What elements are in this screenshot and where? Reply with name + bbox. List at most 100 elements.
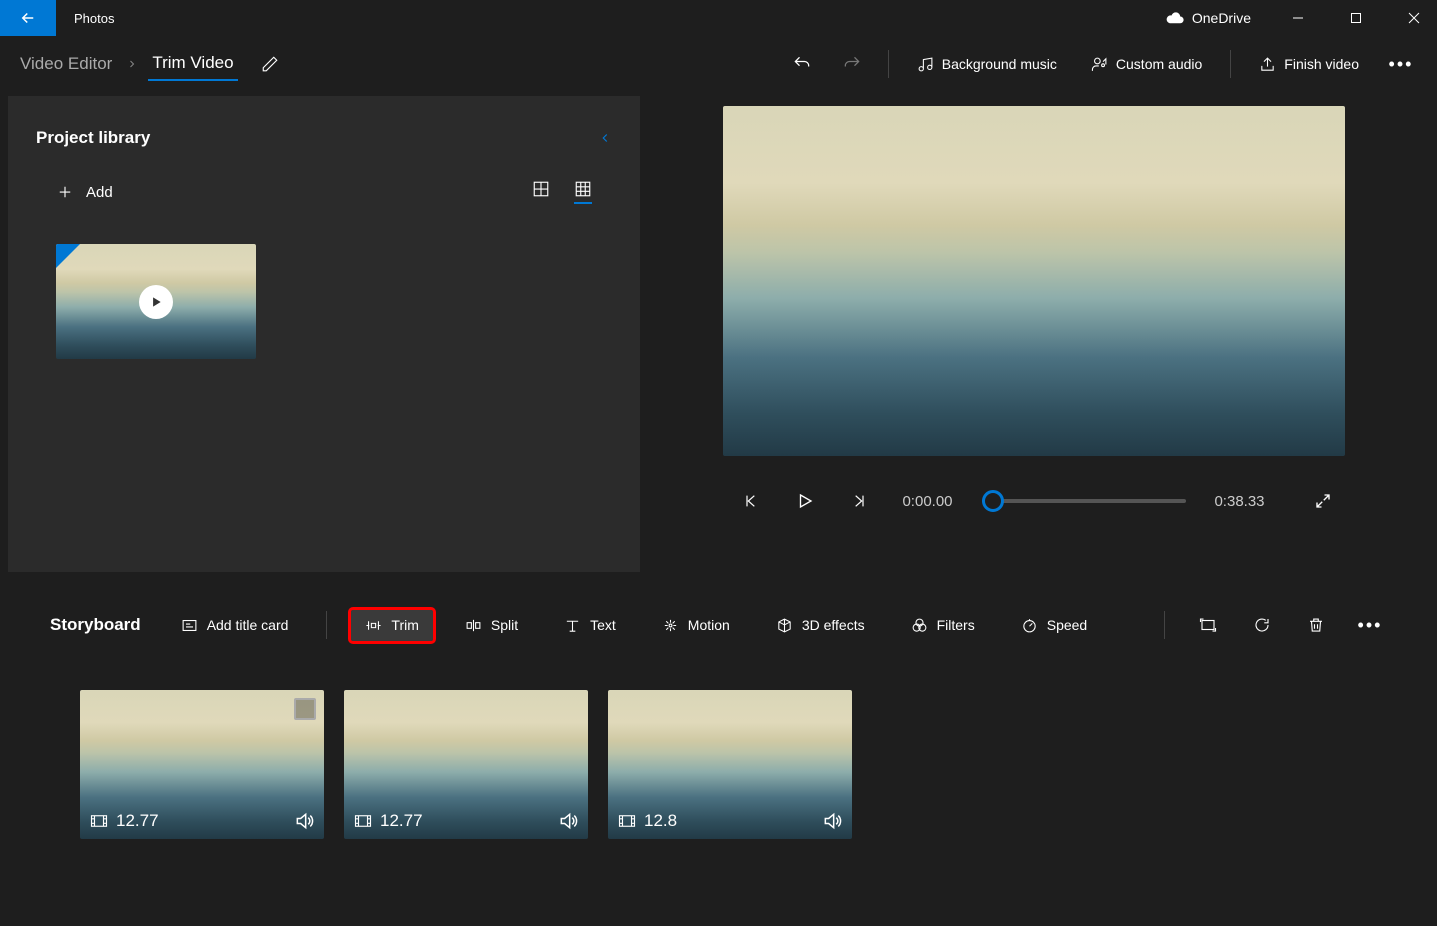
split-icon [465,617,482,634]
clip-duration: 12.77 [380,811,423,831]
speaker-icon [558,811,578,831]
play-icon [149,295,163,309]
step-back-icon [743,493,759,509]
play-icon [796,492,814,510]
card-icon [181,617,198,634]
speed-label: Speed [1047,617,1087,633]
close-button[interactable] [1391,0,1437,36]
add-title-card-label: Add title card [207,617,289,633]
trim-icon [365,617,382,634]
current-time: 0:00.00 [898,493,958,510]
maximize-icon [1350,12,1362,24]
rotate-button[interactable] [1245,608,1279,642]
speaker-icon [822,811,842,831]
undo-icon [792,54,812,74]
redo-button[interactable] [832,44,872,84]
maximize-button[interactable] [1333,0,1379,36]
clip-audio-button[interactable] [822,811,842,831]
storyboard-clip[interactable]: 12.8 [608,690,852,839]
grid-3x3-icon [574,180,592,198]
seek-bar[interactable] [982,499,1186,503]
custom-audio-button[interactable]: Custom audio [1079,50,1214,79]
storyboard-title: Storyboard [50,615,141,635]
film-icon [90,814,108,828]
trash-icon [1307,616,1325,634]
rotate-icon [1253,616,1271,634]
storyboard-clip[interactable]: 12.77 [80,690,324,839]
clip-audio-button[interactable] [558,811,578,831]
split-button[interactable]: Split [451,610,532,641]
collapse-library-button[interactable] [598,131,612,145]
app-title: Photos [56,11,1154,26]
divider [326,611,327,639]
library-title: Project library [36,128,598,148]
expand-icon [1314,492,1332,510]
finish-video-button[interactable]: Finish video [1247,50,1371,79]
more-button[interactable]: ••• [1381,44,1421,84]
add-title-card-button[interactable]: Add title card [167,610,303,641]
onedrive-label: OneDrive [1192,10,1251,26]
seek-handle[interactable] [982,490,1004,512]
film-icon [618,814,636,828]
filters-button[interactable]: Filters [897,610,989,641]
speaker-icon [294,811,314,831]
view-small-button[interactable] [574,180,592,204]
text-button[interactable]: Text [550,610,630,641]
minimize-icon [1292,12,1304,24]
view-large-button[interactable] [532,180,550,204]
play-button[interactable] [790,486,820,516]
ellipsis-icon: ••• [1389,54,1414,75]
resize-button[interactable] [1191,608,1225,642]
audio-person-icon [1091,56,1108,73]
chevron-right-icon [126,58,138,70]
minimize-button[interactable] [1275,0,1321,36]
divider [1164,611,1165,639]
fold-corner-icon [56,244,80,268]
motion-icon [662,617,679,634]
film-icon [354,814,372,828]
video-preview[interactable] [723,106,1345,456]
fullscreen-button[interactable] [1314,492,1332,510]
delete-button[interactable] [1299,608,1333,642]
plus-icon [56,183,74,201]
breadcrumb-current[interactable]: Trim Video [148,47,237,81]
project-library-panel: Project library Add [8,96,640,572]
next-frame-button[interactable] [844,486,874,516]
text-icon [564,617,581,634]
custom-audio-label: Custom audio [1116,56,1202,72]
clip-duration: 12.77 [116,811,159,831]
speed-button[interactable]: Speed [1007,610,1101,641]
divider [888,50,889,78]
selection-checkbox[interactable] [294,698,316,720]
clip-audio-button[interactable] [294,811,314,831]
arrow-left-icon [19,9,37,27]
library-media-item[interactable] [56,244,256,359]
back-button[interactable] [0,0,56,36]
split-label: Split [491,617,518,633]
music-note-icon [917,56,934,73]
cube-icon [776,617,793,634]
storyboard-clips: 12.77 12.77 12.8 [0,650,1437,879]
filters-label: Filters [937,617,975,633]
player-controls: 0:00.00 0:38.33 [690,486,1377,516]
3d-effects-button[interactable]: 3D effects [762,610,879,641]
rename-button[interactable] [250,44,290,84]
chevron-left-icon [598,131,612,145]
prev-frame-button[interactable] [736,486,766,516]
breadcrumb-bar: Video Editor Trim Video Background music… [0,36,1437,92]
trim-button[interactable]: Trim [351,610,432,641]
storyboard-more-button[interactable]: ••• [1353,608,1387,642]
motion-button[interactable]: Motion [648,610,744,641]
storyboard-panel: Storyboard Add title card Trim Split Tex… [0,572,1437,879]
pencil-icon [261,55,279,73]
storyboard-clip[interactable]: 12.77 [344,690,588,839]
add-label: Add [86,184,113,201]
motion-label: Motion [688,617,730,633]
undo-button[interactable] [782,44,822,84]
preview-panel: 0:00.00 0:38.33 [640,92,1437,572]
breadcrumb-parent[interactable]: Video Editor [16,48,116,80]
finish-video-label: Finish video [1284,56,1359,72]
background-music-button[interactable]: Background music [905,50,1069,79]
add-media-button[interactable]: Add [56,183,113,201]
onedrive-link[interactable]: OneDrive [1154,0,1263,36]
